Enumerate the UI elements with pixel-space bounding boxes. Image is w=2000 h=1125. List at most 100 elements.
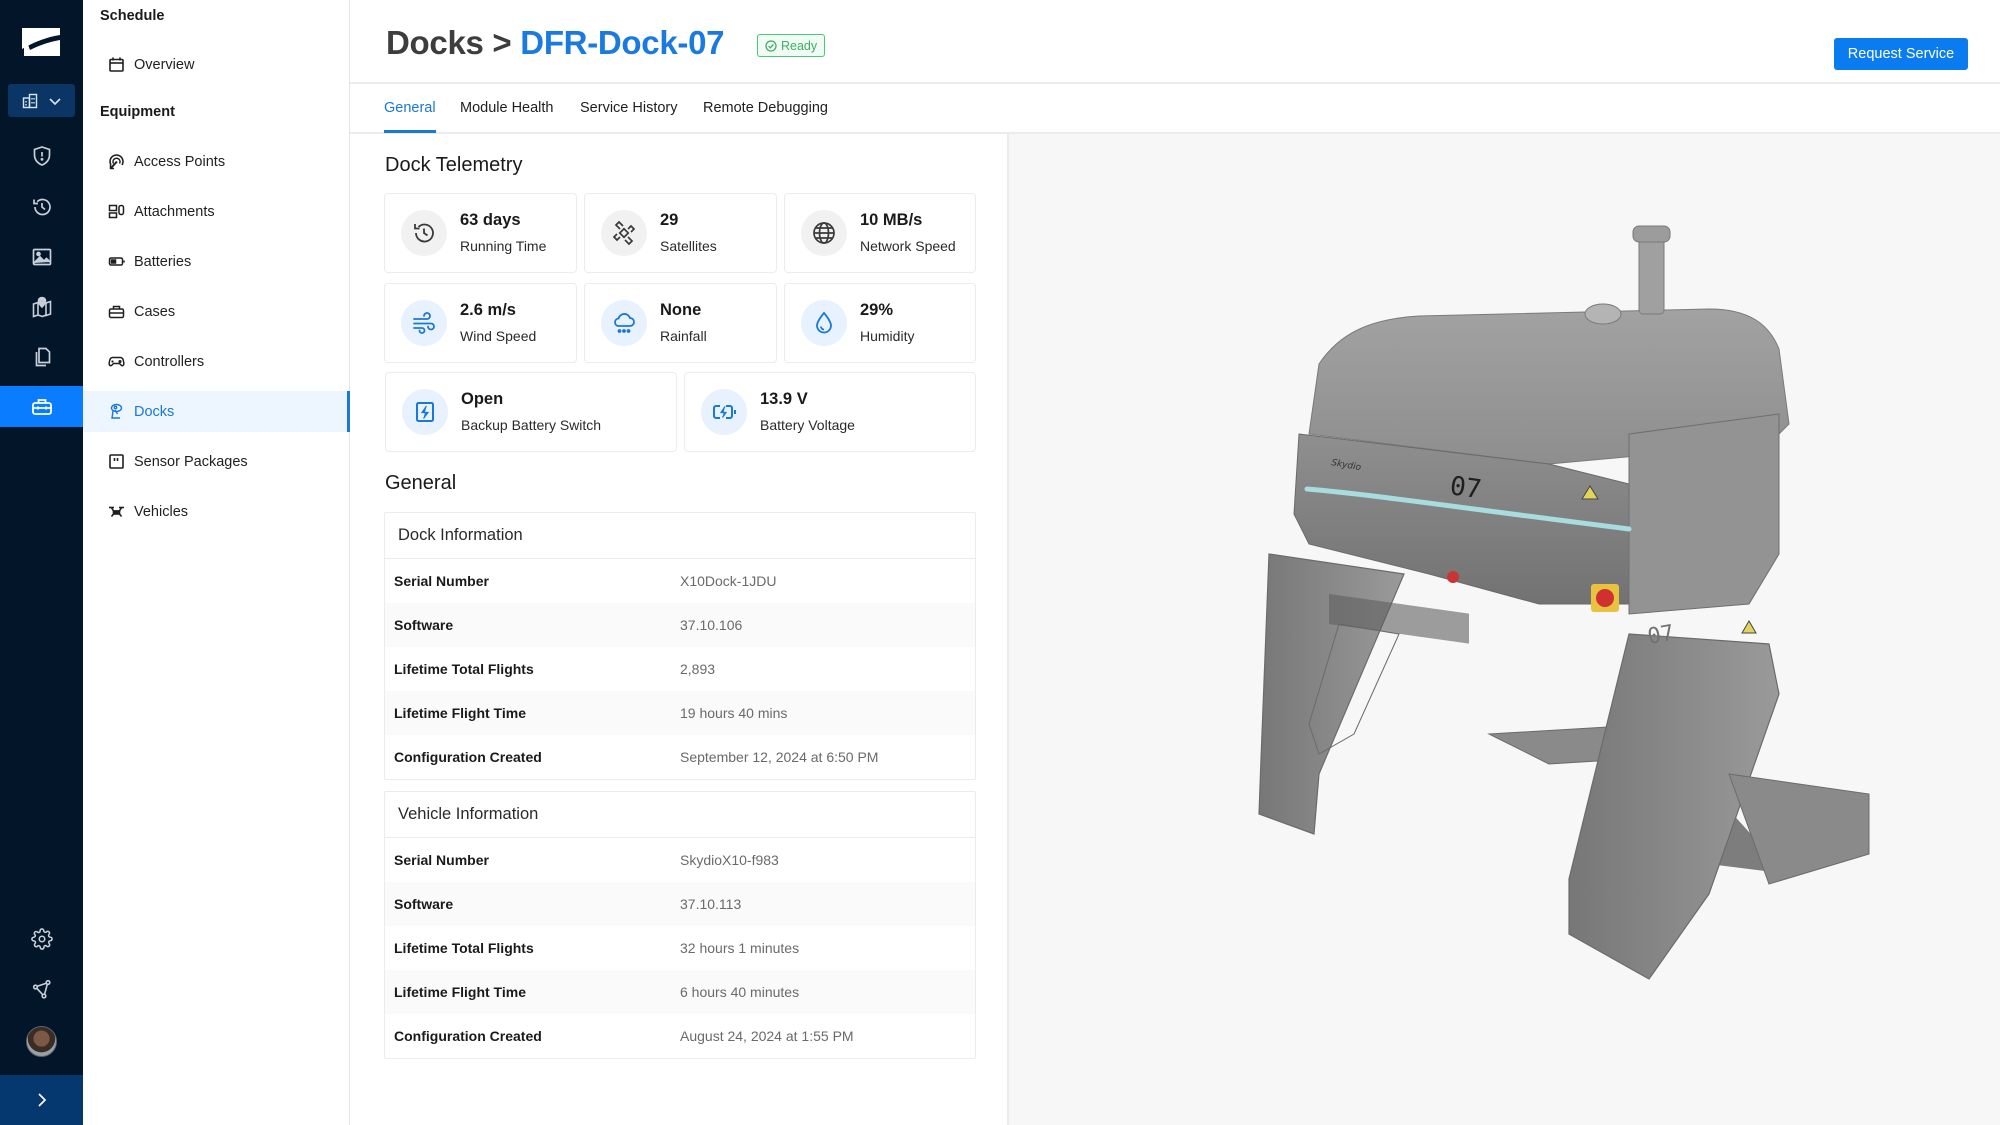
row-key: Serial Number bbox=[394, 852, 489, 868]
sidebar-item-label: Attachments bbox=[134, 203, 215, 220]
sidebar-item-label: Overview bbox=[134, 56, 195, 73]
rail-item-media[interactable] bbox=[0, 236, 83, 277]
tile-value: 2.6 m/s bbox=[460, 300, 516, 319]
sidebar-item-sensor-packages[interactable]: Sensor Packages bbox=[83, 441, 349, 482]
table-row: Lifetime Flight Time 19 hours 40 mins bbox=[385, 691, 975, 735]
breadcrumb-parent-link[interactable]: Docks bbox=[386, 24, 484, 61]
gear-icon bbox=[30, 927, 53, 950]
sidebar-item-overview[interactable]: Overview bbox=[83, 44, 349, 85]
table-row: Configuration Created August 24, 2024 at … bbox=[385, 1014, 975, 1058]
shield-alert-icon bbox=[33, 145, 50, 166]
group-title-schedule: Schedule bbox=[100, 8, 165, 24]
sidebar-item-label: Vehicles bbox=[134, 503, 189, 520]
sidebar-item-access-points[interactable]: Access Points bbox=[83, 141, 349, 182]
tab-general[interactable]: General bbox=[384, 84, 436, 133]
dock-icon bbox=[110, 403, 123, 419]
tab-remote-debugging[interactable]: Remote Debugging bbox=[703, 84, 828, 132]
telemetry-tile-network-speed: 10 MB/s Network Speed bbox=[784, 193, 976, 273]
general-heading: General bbox=[385, 472, 457, 494]
telemetry-tile-wind-speed: 2.6 m/s Wind Speed bbox=[384, 283, 577, 363]
rail-item-documents[interactable] bbox=[0, 336, 83, 377]
dock-model-render[interactable]: Skydio 07 07 bbox=[1009, 134, 2000, 1125]
share-nodes-icon bbox=[32, 979, 51, 999]
skydio-logo-icon[interactable] bbox=[20, 26, 62, 58]
telemetry-tile-running-time: 63 days Running Time bbox=[384, 193, 577, 273]
gamepad-icon bbox=[108, 356, 125, 367]
row-key: Serial Number bbox=[394, 573, 489, 589]
rail-item-network[interactable] bbox=[0, 968, 83, 1009]
sidebar-item-label: Batteries bbox=[134, 253, 192, 270]
dock-information-card: Dock Information Serial Number X10Dock-1J… bbox=[384, 512, 976, 780]
row-key: Lifetime Flight Time bbox=[394, 984, 526, 1000]
row-value: SkydioX10-f983 bbox=[680, 852, 779, 868]
dock-3d-model-viewer[interactable]: Skydio 07 07 bbox=[1007, 134, 2000, 1125]
expand-rail-button[interactable] bbox=[0, 1075, 83, 1125]
vehicle-info-table: Serial Number SkydioX10-f983 Software 37.1… bbox=[385, 838, 975, 1058]
status-badge: Ready bbox=[757, 34, 826, 57]
row-value: September 12, 2024 at 6:50 PM bbox=[680, 749, 879, 765]
table-row: Serial Number SkydioX10-f983 bbox=[385, 838, 975, 882]
status-text: Ready bbox=[781, 38, 818, 53]
telemetry-tile-backup-battery-switch: Open Backup Battery Switch bbox=[385, 372, 677, 452]
row-key: Software bbox=[394, 617, 454, 633]
attachments-icon bbox=[108, 204, 125, 219]
check-circle-icon bbox=[765, 39, 777, 52]
row-key: Lifetime Total Flights bbox=[394, 940, 534, 956]
table-row: Configuration Created September 12, 2024 … bbox=[385, 735, 975, 779]
dock-telemetry-heading: Dock Telemetry bbox=[385, 154, 523, 176]
chevron-right-icon bbox=[37, 1093, 46, 1107]
equipment-sidebar: Schedule Overview Equipment Access Point… bbox=[83, 0, 350, 1125]
vehicle-information-card: Vehicle Information Serial Number SkydioX… bbox=[384, 791, 976, 1059]
tab-service-history[interactable]: Service History bbox=[580, 84, 678, 132]
copy-icon bbox=[35, 347, 50, 366]
rail-item-history[interactable] bbox=[0, 186, 83, 227]
telemetry-tile-satellites: 29 Satellites bbox=[584, 193, 777, 273]
chevron-down-icon bbox=[48, 97, 61, 105]
row-key: Software bbox=[394, 896, 454, 912]
drone-icon bbox=[109, 506, 124, 517]
sidebar-item-label: Controllers bbox=[134, 353, 205, 370]
row-value: 6 hours 40 minutes bbox=[680, 984, 800, 1000]
sidebar-item-cases[interactable]: Cases bbox=[83, 291, 349, 332]
user-avatar[interactable] bbox=[26, 1026, 57, 1057]
tile-value: Open bbox=[461, 389, 504, 408]
card-title: Vehicle Information bbox=[385, 792, 975, 838]
request-service-button[interactable]: Request Service bbox=[1834, 38, 1968, 70]
row-value: 32 hours 1 minutes bbox=[680, 940, 800, 956]
tile-value: 29 bbox=[660, 210, 679, 229]
calendar-icon bbox=[109, 57, 124, 72]
tile-label: Network Speed bbox=[860, 237, 956, 254]
sidebar-item-label: Sensor Packages bbox=[134, 453, 248, 470]
rail-item-alerts[interactable] bbox=[0, 135, 83, 176]
dock-unit-number-side: 07 bbox=[1646, 621, 1676, 650]
rail-item-equipment[interactable] bbox=[0, 386, 83, 427]
tab-module-health[interactable]: Module Health bbox=[460, 84, 554, 132]
table-row: Lifetime Total Flights 32 hours 1 minutes bbox=[385, 926, 975, 970]
telemetry-tile-battery-voltage: 13.9 V Battery Voltage bbox=[684, 372, 976, 452]
sidebar-item-controllers[interactable]: Controllers bbox=[83, 341, 349, 382]
page-header: Docks > DFR-Dock-07 Ready Request Servic… bbox=[350, 0, 2000, 84]
buildings-icon bbox=[22, 93, 37, 108]
organization-selector[interactable] bbox=[8, 84, 75, 117]
image-icon bbox=[32, 248, 51, 265]
case-icon bbox=[108, 305, 125, 319]
tab-bar: General Module Health Service History Re… bbox=[350, 84, 2000, 134]
breadcrumb: Docks > DFR-Dock-07 bbox=[386, 24, 724, 62]
rail-item-settings[interactable] bbox=[0, 918, 83, 959]
sidebar-item-batteries[interactable]: Batteries bbox=[83, 241, 349, 282]
sidebar-item-docks[interactable]: Docks bbox=[83, 391, 350, 432]
toolbox-icon bbox=[31, 398, 52, 415]
history-icon bbox=[414, 223, 434, 243]
tile-label: Running Time bbox=[460, 237, 547, 254]
row-value: 37.10.106 bbox=[680, 617, 743, 633]
table-row: Software 37.10.106 bbox=[385, 603, 975, 647]
sidebar-item-attachments[interactable]: Attachments bbox=[83, 191, 349, 232]
row-key: Configuration Created bbox=[394, 749, 542, 765]
sidebar-item-vehicles[interactable]: Vehicles bbox=[83, 491, 349, 532]
tile-value: 10 MB/s bbox=[860, 210, 923, 229]
row-value: 19 hours 40 mins bbox=[680, 705, 788, 721]
rail-item-maps[interactable] bbox=[0, 286, 83, 327]
satellite-icon bbox=[612, 220, 636, 246]
tile-label: Backup Battery Switch bbox=[461, 416, 602, 433]
tile-value: 29% bbox=[860, 300, 894, 319]
